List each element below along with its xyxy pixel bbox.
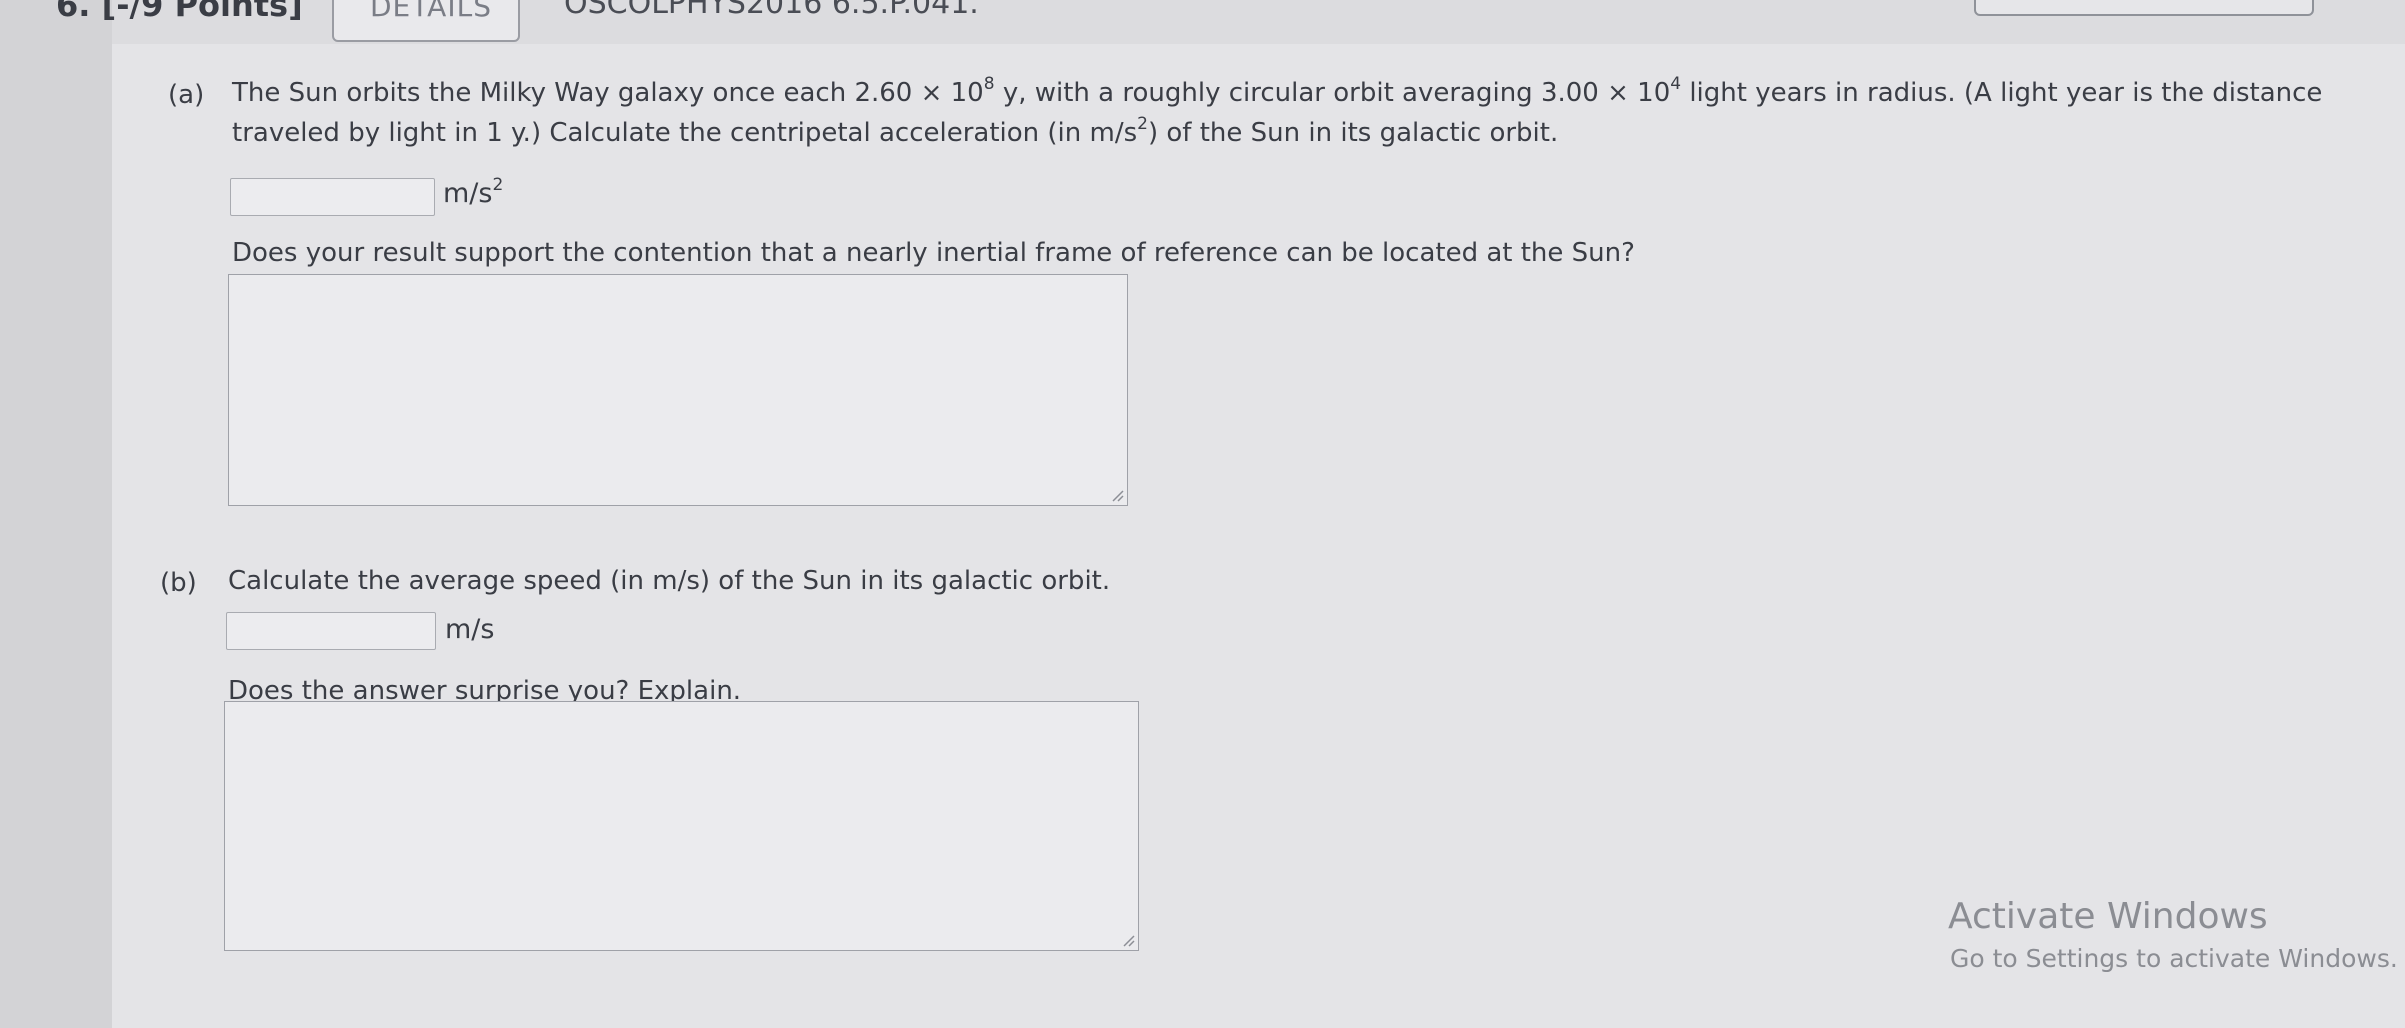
- question-code: OSCOLPHYS2016 6.5.P.041.: [564, 0, 979, 21]
- resize-handle-icon[interactable]: [1110, 488, 1124, 502]
- acceleration-unit: m/s2: [443, 175, 504, 210]
- acceleration-answer-input[interactable]: [230, 178, 435, 216]
- part-a-label: (a): [168, 80, 205, 110]
- speed-answer-input[interactable]: [226, 612, 436, 650]
- part-a-line1-text: The Sun orbits the Milky Way galaxy once…: [232, 78, 984, 108]
- details-button[interactable]: DETAILS: [332, 0, 520, 42]
- part-a-line2-text: traveled by light in 1 y.) Calculate the…: [232, 118, 1138, 148]
- question-content: (a) The Sun orbits the Milky Way galaxy …: [112, 44, 2405, 1028]
- speed-unit: m/s: [445, 614, 495, 645]
- period-exponent: 8: [983, 74, 995, 94]
- resize-handle-icon[interactable]: [1121, 933, 1135, 947]
- part-a-question-line2: traveled by light in 1 y.) Calculate the…: [232, 114, 1558, 152]
- inertial-frame-question: Does your result support the contention …: [232, 238, 1635, 268]
- part-a-line2-after: ) of the Sun in its galactic orbit.: [1147, 118, 1559, 148]
- question-number: 6. [-/9 Points]: [56, 0, 303, 24]
- activate-windows-subtitle: Go to Settings to activate Windows.: [1950, 944, 2398, 973]
- activate-windows-title: Activate Windows: [1948, 896, 2268, 937]
- accel-unit-exponent: 2: [1137, 114, 1148, 134]
- inertial-frame-answer-textarea[interactable]: [228, 274, 1128, 506]
- part-a-line1-after: light years in radius. (A light year is …: [1681, 78, 2323, 108]
- part-b-label: (b): [160, 568, 197, 598]
- part-b-question: Calculate the average speed (in m/s) of …: [228, 566, 1111, 596]
- details-button-label: DETAILS: [370, 0, 492, 23]
- part-a-line1-middle: y, with a roughly circular orbit averagi…: [994, 78, 1671, 108]
- left-gutter: [0, 0, 112, 1028]
- acceleration-unit-exponent: 2: [492, 175, 504, 195]
- acceleration-unit-base: m/s: [443, 178, 493, 209]
- top-right-control[interactable]: [1974, 0, 2314, 16]
- radius-exponent: 4: [1670, 74, 1682, 94]
- surprise-answer-textarea[interactable]: [224, 701, 1139, 951]
- part-a-question-line1: The Sun orbits the Milky Way galaxy once…: [232, 74, 2322, 112]
